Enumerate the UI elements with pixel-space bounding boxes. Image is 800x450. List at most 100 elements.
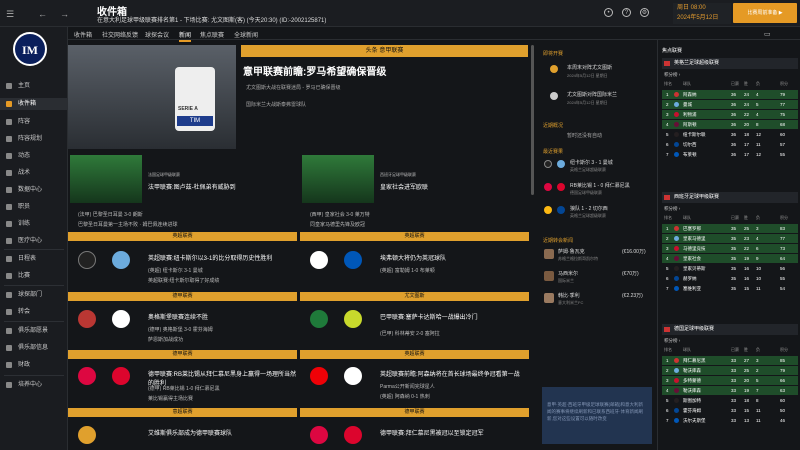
sidebar-item-squad[interactable]: 阵容 — [0, 116, 68, 128]
back-arrow-icon[interactable]: ← — [38, 9, 47, 19]
section-bar: 尤文图斯 — [300, 292, 529, 301]
table-row[interactable]: 5 斯图加特 33 18 8 60 — [662, 396, 798, 405]
table-row[interactable]: 2 曼城 36 24 5 77 — [662, 100, 798, 109]
transfer-club: 苏格兰格拉斯哥凯尔特 — [558, 256, 598, 261]
table-row[interactable]: 1 拜仁慕尼黑 33 27 3 85 — [662, 356, 798, 365]
table-row[interactable]: 7 布莱顿 36 17 12 55 — [662, 150, 798, 159]
table-row[interactable]: 6 霍芬海姆 33 15 11 50 — [662, 406, 798, 415]
table-row[interactable]: 4 皇家社会 35 19 9 64 — [662, 254, 798, 263]
rb-leipzig-crest-icon — [310, 426, 328, 444]
club-crest-icon — [674, 152, 679, 157]
transfer-player[interactable]: 萨姆·鲁瓦克 — [558, 248, 585, 255]
table-row[interactable]: 4 勒沃库森 33 19 7 63 — [662, 386, 798, 395]
table-row[interactable]: 1 巴塞罗那 35 25 3 83 — [662, 224, 798, 233]
headline-bullet[interactable]: 尤文图斯大战在联赛迷局 - 罗马已确保晋级 — [246, 84, 340, 91]
continue-button[interactable]: 比赛周前准备 ▶ — [733, 3, 797, 23]
help-icon[interactable]: ? — [622, 8, 631, 17]
table-cell: 1 — [666, 226, 669, 231]
table-cell: 55 — [780, 152, 786, 157]
news-story[interactable]: 德甲联赛:拜仁慕尼黑被冠以至锁定冠军 — [300, 422, 529, 450]
news-story[interactable]: 英超联赛:纽卡斯尔以3-1的比分取得历史性胜利 (英超) 纽卡斯尔 3-1 曼城… — [68, 247, 297, 292]
headline-title[interactable]: 意甲联赛前瞻:罗马希望确保晋级 — [243, 63, 386, 78]
table-cell: 霍芬海姆 — [683, 408, 701, 413]
transfer-player[interactable]: 韩比·季利 — [558, 292, 580, 299]
league-title[interactable]: 德国足球甲级联赛 — [662, 324, 798, 335]
table-cell: 83 — [780, 226, 786, 231]
sidebar-item-training[interactable]: 训练 — [0, 218, 68, 230]
club-crest-icon — [674, 246, 679, 251]
tab-global-news[interactable]: 全球新闻 — [234, 30, 258, 39]
standings-link[interactable]: 积分榜 › — [664, 72, 680, 78]
table-row[interactable]: 3 马德里竞技 35 22 6 73 — [662, 244, 798, 253]
table-row[interactable]: 7 沃尔夫斯堡 33 13 11 46 — [662, 416, 798, 425]
table-row[interactable]: 3 多特蒙德 33 20 5 66 — [662, 376, 798, 385]
sidebar-item-data-hub[interactable]: 数据中心 — [0, 184, 68, 196]
league-title[interactable]: 英格兰足球超级联赛 — [662, 58, 798, 69]
news-story[interactable]: 德甲联赛:RB莱比锡从拜仁慕尼黑身上赢得一场理所当然的胜利 (德甲) RB莱比锡… — [68, 363, 297, 408]
tab-scout-meeting[interactable]: 球探会议 — [145, 30, 169, 39]
sidebar-item-home[interactable]: 主页 — [0, 80, 68, 92]
date-display[interactable]: 周日 08:00 2024年5月12日 — [673, 3, 731, 24]
upcoming-item[interactable]: 尤文图斯对阵国际米兰 — [567, 91, 617, 98]
rb-leipzig-crest-icon — [78, 367, 96, 385]
news-story[interactable]: 奥格斯堡联赛连续不胜 (德甲) 奥格斯堡 3-0 霍芬海姆 萨恩斯加战成功 — [68, 306, 297, 350]
result-item[interactable]: RB莱比锡 1 - 0 拜仁慕尼黑 — [570, 182, 630, 189]
news-scrollbar[interactable] — [531, 45, 534, 195]
league-title[interactable]: 西班牙足球甲级联赛 — [662, 192, 798, 203]
table-row[interactable]: 6 切尔西 36 17 11 57 — [662, 140, 798, 149]
table-row[interactable]: 2 勒沃库森 33 25 2 79 — [662, 366, 798, 375]
league-flag-icon — [664, 195, 670, 200]
table-cell: 79 — [780, 368, 786, 373]
sidebar-item-inbox[interactable]: 收件箱 — [0, 98, 68, 110]
news-story[interactable]: 英超联赛前瞻:阿森纳将在首长球场最终争冠看第一战 Parma公开新闻完球星人 (… — [300, 363, 529, 408]
table-cell: 23 — [744, 236, 750, 241]
transfer-player[interactable]: 马西米尔 — [558, 270, 578, 277]
tab-focus-league[interactable]: 焦点联赛 — [200, 30, 224, 39]
sidebar-item-finances[interactable]: 财政 — [0, 359, 68, 371]
table-row[interactable]: 5 纽卡斯尔联 36 18 12 60 — [662, 130, 798, 139]
augsburg-crest-icon — [78, 310, 96, 328]
result-item[interactable]: 狼队 1 - 2 切尔西 — [570, 205, 608, 212]
standings-link[interactable]: 积分榜 › — [664, 338, 680, 344]
lightbulb-icon[interactable]: • — [604, 8, 613, 17]
lock-icon[interactable]: ▭ — [764, 30, 771, 38]
story-title: 巴甲联赛:塞萨卡达斯哈一战爆出冷门 — [380, 315, 478, 321]
sidebar-item-transfers[interactable]: 转会 — [0, 306, 68, 318]
upcoming-item[interactable]: 本周末对阵尤文图斯 — [567, 64, 612, 71]
hero-image[interactable]: SERIE A TIM — [68, 45, 236, 149]
sidebar-item-squad-planner[interactable]: 阵容规划 — [0, 133, 68, 145]
table-row[interactable]: 3 利物浦 36 22 4 75 — [662, 110, 798, 119]
club-logo[interactable] — [13, 32, 47, 66]
sidebar-item-staff[interactable]: 职员 — [0, 201, 68, 213]
standings-link[interactable]: 积分榜 › — [664, 206, 680, 212]
sidebar-item-medical[interactable]: 医疗中心 — [0, 235, 68, 247]
gear-icon[interactable]: ⚙ — [640, 8, 649, 17]
forward-arrow-icon[interactable]: → — [60, 9, 69, 19]
headline-bullet[interactable]: 国际米兰大战斯泰弗雷球队 — [246, 101, 306, 108]
table-row[interactable]: 6 赫罗纳 35 16 10 55 — [662, 274, 798, 283]
sidebar-item-development[interactable]: 培养中心 — [0, 379, 68, 391]
table-row[interactable]: 7 塞维利亚 35 15 11 54 — [662, 284, 798, 293]
sidebar-item-matches[interactable]: 比赛 — [0, 270, 68, 282]
table-cell: 5 — [666, 266, 669, 271]
table-row[interactable]: 4 阿斯顿 36 20 8 68 — [662, 120, 798, 129]
table-row[interactable]: 5 皇家贝蒂斯 35 16 10 56 — [662, 264, 798, 273]
table-cell: 35 — [731, 226, 737, 231]
sidebar-item-tactics[interactable]: 战术 — [0, 167, 68, 179]
sidebar-item-schedule[interactable]: 日程表 — [0, 253, 68, 265]
tab-inbox[interactable]: 收件箱 — [74, 30, 92, 39]
result-item[interactable]: 纽卡斯尔 3 - 1 曼城 — [570, 159, 613, 166]
table-cell: 3 — [666, 378, 669, 383]
sidebar-item-club-vision[interactable]: 俱乐部愿景 — [0, 325, 68, 337]
menu-icon[interactable]: ☰ — [6, 9, 14, 20]
tab-social-feedback[interactable]: 社交网络反馈 — [102, 30, 138, 39]
sidebar-item-scouting[interactable]: 球探部门 — [0, 289, 68, 301]
table-row[interactable]: 1 阿森纳 36 24 4 79 — [662, 90, 798, 99]
news-story[interactable]: 埃弗顿大将仍为英冠球队 (英超) 富勒姆 1-0 布莱顿 — [300, 247, 529, 292]
notification-toast[interactable]: 意甲·英超·西班牙甲级足球联赛(邮箱)和意大利新闻的赛事将继续刷新和已联系西班牙… — [542, 387, 652, 444]
news-story[interactable]: 巴甲联赛:塞萨卡达斯哈一战爆出冷门 (巴甲) 科林蒂安 2-0 塞阿拉 — [300, 306, 529, 350]
sidebar-item-club-info[interactable]: 俱乐部信息 — [0, 342, 68, 354]
sidebar-item-dynamics[interactable]: 动态 — [0, 150, 68, 162]
table-row[interactable]: 2 皇家马德里 35 23 4 77 — [662, 234, 798, 243]
news-story[interactable]: 艾维斯俱乐部成为德甲联赛球队 — [68, 422, 297, 450]
